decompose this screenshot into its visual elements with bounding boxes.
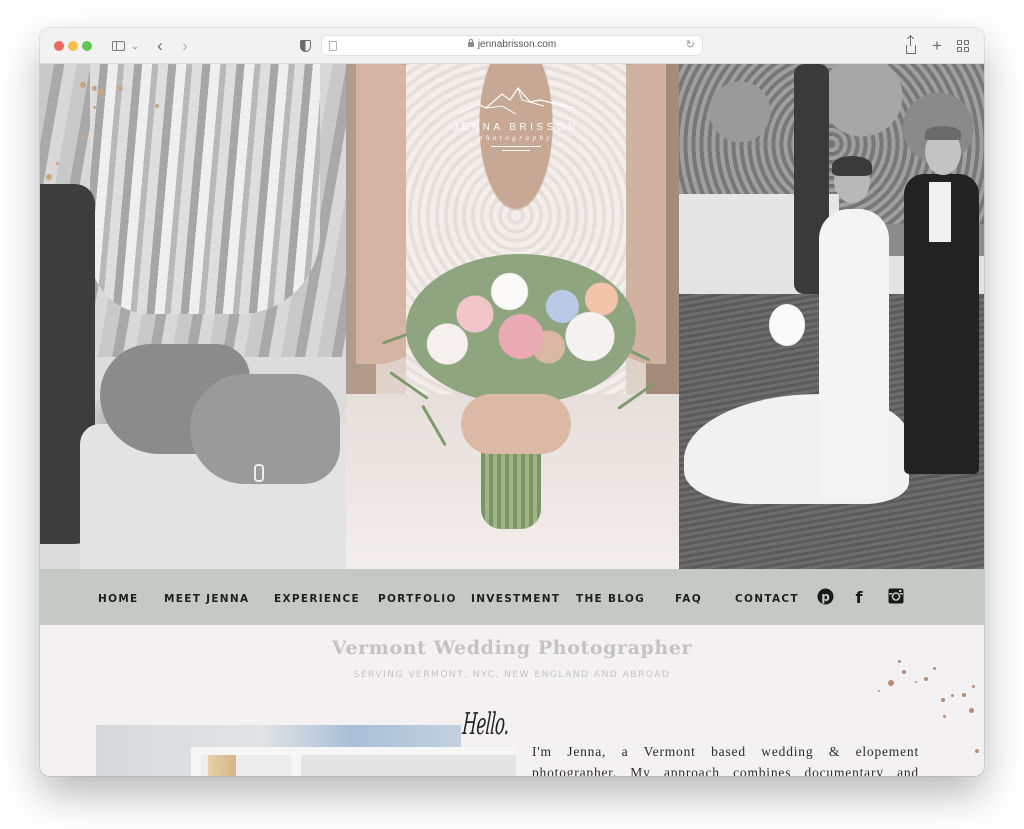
- url-text: jennabrisson.com: [477, 39, 557, 50]
- forward-arrow-icon[interactable]: ›: [178, 36, 192, 56]
- reload-icon[interactable]: ↻: [686, 38, 695, 51]
- close-window-button[interactable]: [54, 41, 64, 51]
- svg-text:p: p: [821, 590, 830, 604]
- logo-name: JENNA BRISSON: [453, 122, 579, 133]
- new-tab-icon[interactable]: +: [930, 36, 944, 56]
- logo-tagline: photography: [478, 134, 554, 142]
- nav-meet-jenna[interactable]: MEET JENNA: [164, 593, 249, 605]
- browser-toolbar: ⌄ ‹ › jennabrisson.com ↻ +: [40, 28, 984, 64]
- site-logo[interactable]: JENNA BRISSON photography: [446, 84, 586, 151]
- nav-contact[interactable]: CONTACT: [735, 593, 799, 605]
- address-bar[interactable]: jennabrisson.com ↻: [321, 35, 703, 56]
- back-arrow-icon[interactable]: ‹: [153, 36, 167, 56]
- nav-the-blog[interactable]: THE BLOG: [576, 593, 645, 605]
- sidebar-toggle-icon[interactable]: [110, 36, 126, 56]
- pinterest-icon[interactable]: p: [816, 587, 834, 605]
- instagram-icon[interactable]: [887, 587, 905, 605]
- nav-portfolio[interactable]: PORTFOLIO: [378, 593, 457, 605]
- chevron-down-icon[interactable]: ⌄: [130, 36, 140, 56]
- tab-overview-icon[interactable]: [956, 36, 970, 56]
- minimize-window-button[interactable]: [68, 41, 78, 51]
- share-icon[interactable]: [904, 35, 918, 56]
- facebook-icon[interactable]: f: [850, 587, 868, 605]
- hero-photo-bouquet: JENNA BRISSON photography: [346, 64, 679, 569]
- hero-photo-couple: [679, 64, 984, 569]
- mountain-logo-icon: [457, 87, 575, 115]
- nav-experience[interactable]: EXPERIENCE: [274, 593, 360, 605]
- nav-home[interactable]: HOME: [98, 593, 139, 605]
- page-title: Vermont Wedding Photographer: [331, 637, 693, 659]
- about-paragraph: I'm Jenna, a Vermont based wedding & elo…: [532, 744, 919, 776]
- url-display[interactable]: jennabrisson.com: [322, 39, 702, 50]
- hero-photo-hands: [40, 64, 346, 569]
- nav-investment[interactable]: INVESTMENT: [471, 593, 560, 605]
- about-photo: [96, 725, 516, 776]
- privacy-shield-icon[interactable]: [298, 36, 312, 56]
- main-content: Vermont Wedding Photographer SERVING VER…: [40, 625, 984, 776]
- hello-script-heading: Hello.: [461, 707, 511, 742]
- svg-text:f: f: [856, 588, 864, 605]
- zoom-window-button[interactable]: [82, 41, 92, 51]
- lock-icon: [467, 39, 474, 47]
- nav-faq[interactable]: FAQ: [675, 593, 702, 605]
- browser-window: ⌄ ‹ › jennabrisson.com ↻ + JENNA BRISSON…: [40, 28, 984, 776]
- hero-gallery: JENNA BRISSON photography: [40, 64, 984, 622]
- page-subtitle: SERVING VERMONT, NYC, NEW ENGLAND AND AB…: [353, 669, 671, 680]
- main-navigation: HOME MEET JENNA EXPERIENCE PORTFOLIO INV…: [40, 569, 984, 625]
